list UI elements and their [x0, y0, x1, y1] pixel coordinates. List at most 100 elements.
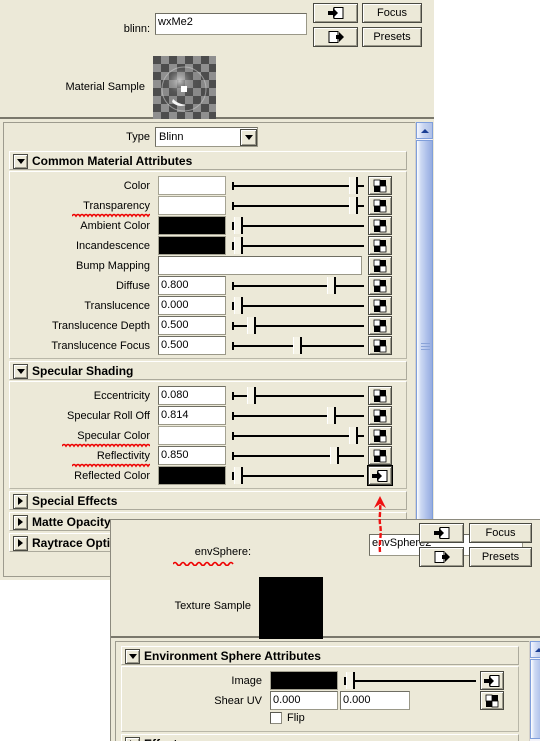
- material-section-1-row-4-slider[interactable]: [232, 467, 364, 484]
- material-section-1-row-0-value-input[interactable]: 0.080: [158, 386, 226, 405]
- checker-map-icon: [373, 298, 387, 313]
- material-section-1-header[interactable]: Specular Shading: [9, 361, 407, 380]
- material-section-0-row-1-slider[interactable]: [232, 197, 364, 214]
- material-section-0-row-7-value-input[interactable]: 0.500: [158, 316, 226, 335]
- texture-vertical-scrollbar[interactable]: [529, 641, 540, 741]
- slider-handle[interactable]: [234, 217, 243, 234]
- nav-out-button[interactable]: [313, 27, 358, 47]
- material-section-0-row-8-slider[interactable]: [232, 337, 364, 354]
- material-section-0-toggle-icon[interactable]: [13, 153, 28, 169]
- texture-nav-out-button[interactable]: [419, 547, 464, 567]
- slider-handle[interactable]: [349, 197, 358, 214]
- material-section-0-row-1-color-swatch[interactable]: [158, 196, 226, 215]
- material-section-0-row-0-color-swatch[interactable]: [158, 176, 226, 195]
- slider-handle[interactable]: [327, 407, 336, 424]
- material-section-0-row-6-value-input[interactable]: 0.000: [158, 296, 226, 315]
- texture-section-0-row-1-value2-input[interactable]: 0.000: [340, 691, 410, 710]
- material-section-0-row-5-map-button[interactable]: [368, 276, 392, 295]
- material-section-1-row-3-value-input[interactable]: 0.850: [158, 446, 226, 465]
- material-name-input[interactable]: wxMe2: [155, 13, 307, 35]
- material-section-1-row-1-map-button[interactable]: [368, 406, 392, 425]
- material-section-0-row-7-map-button[interactable]: [368, 316, 392, 335]
- texture-section-1-toggle-icon[interactable]: [125, 736, 140, 741]
- texture-section-0-body: Image Shear UV 0.000 0.000 Flip: [121, 666, 519, 732]
- texture-scroll-up-button[interactable]: [530, 641, 540, 658]
- texture-section-0-checkbox[interactable]: [270, 712, 282, 724]
- material-section-0-row-0-map-button[interactable]: [368, 176, 392, 195]
- texture-section-0-header[interactable]: Environment Sphere Attributes: [121, 646, 519, 665]
- slider-handle[interactable]: [349, 427, 358, 444]
- material-section-0-row-2-map-button[interactable]: [368, 216, 392, 235]
- material-section-0-row-8-value-input[interactable]: 0.500: [158, 336, 226, 355]
- presets-button[interactable]: Presets: [362, 27, 422, 47]
- texture-scrollbar-thumb[interactable]: [530, 659, 540, 739]
- material-section-3-toggle-icon[interactable]: [13, 514, 28, 530]
- slider-handle[interactable]: [293, 337, 302, 354]
- slider-handle[interactable]: [327, 277, 336, 294]
- type-dropdown[interactable]: Blinn: [155, 127, 258, 147]
- material-section-1-row-0-row-label: Eccentricity: [93, 390, 150, 402]
- slider-handle[interactable]: [247, 387, 256, 404]
- material-section-0-row-0-slider[interactable]: [232, 177, 364, 194]
- material-section-1-row-3-map-button[interactable]: [368, 446, 392, 465]
- material-section-0-row-5-value-input[interactable]: 0.800: [158, 276, 226, 295]
- texture-section-1-header[interactable]: Effects: [121, 734, 519, 741]
- material-section-1-row-0-map-button[interactable]: [368, 386, 392, 405]
- material-section-2-header[interactable]: Special Effects: [9, 491, 407, 510]
- material-section-4-toggle-icon[interactable]: [13, 535, 28, 551]
- material-section-0-row-6-slider[interactable]: [232, 297, 364, 314]
- material-section-0-row-2-slider[interactable]: [232, 217, 364, 234]
- material-section-0-row-3-slider[interactable]: [232, 237, 364, 254]
- texture-section-0-toggle-icon[interactable]: [125, 648, 140, 664]
- slider-rail: [232, 454, 364, 457]
- texture-section-0-row-1-value-input[interactable]: 0.000: [270, 691, 338, 710]
- material-section-1-row-0-slider[interactable]: [232, 387, 364, 404]
- texture-presets-button[interactable]: Presets: [469, 547, 532, 567]
- material-section-2-toggle-icon[interactable]: [13, 493, 28, 509]
- texture-name-squiggle: [173, 561, 235, 566]
- material-section-1-row-1-slider[interactable]: [232, 407, 364, 424]
- type-label: Type: [126, 131, 150, 143]
- slider-handle[interactable]: [234, 297, 243, 314]
- material-section-1-row-4-nav-in-button[interactable]: [368, 466, 392, 485]
- material-section-1-row-3-slider[interactable]: [232, 447, 364, 464]
- slider-handle[interactable]: [330, 447, 339, 464]
- material-section-0-row-5-slider[interactable]: [232, 277, 364, 294]
- texture-focus-button[interactable]: Focus: [469, 523, 532, 543]
- slider-handle[interactable]: [346, 672, 355, 689]
- material-section-1-toggle-icon[interactable]: [13, 363, 28, 379]
- material-section-0-row-3-color-swatch[interactable]: [158, 236, 226, 255]
- slider-handle[interactable]: [247, 317, 256, 334]
- material-section-0-header[interactable]: Common Material Attributes: [9, 151, 407, 170]
- nav-in-button[interactable]: [313, 3, 358, 23]
- nav-out-icon: [434, 551, 450, 563]
- material-section-1-row-2-slider[interactable]: [232, 427, 364, 444]
- material-section-1-row-1-value-input[interactable]: 0.814: [158, 406, 226, 425]
- texture-section-0-checkbox-row[interactable]: Flip: [270, 711, 305, 725]
- material-section-0-row-4-map-button[interactable]: [368, 256, 392, 275]
- material-vertical-scrollbar[interactable]: [415, 122, 433, 578]
- material-section-0-row-4-wide-input[interactable]: [158, 256, 362, 275]
- material-section-0-row-1-map-button[interactable]: [368, 196, 392, 215]
- material-section-0-row-7-slider[interactable]: [232, 317, 364, 334]
- texture-nav-in-button[interactable]: [419, 523, 464, 543]
- material-section-0-row-6-map-button[interactable]: [368, 296, 392, 315]
- texture-section-0-row-0-nav-in-button[interactable]: [480, 671, 504, 690]
- material-section-0-row-2-color-swatch[interactable]: [158, 216, 226, 235]
- checker-map-icon: [373, 318, 387, 333]
- slider-handle[interactable]: [349, 177, 358, 194]
- texture-section-0-row-0-slider[interactable]: [344, 672, 476, 689]
- material-section-0-row-3-map-button[interactable]: [368, 236, 392, 255]
- focus-button[interactable]: Focus: [362, 3, 422, 23]
- material-section-1-row-2-color-swatch[interactable]: [158, 426, 226, 445]
- material-section-0-row-8-map-button[interactable]: [368, 336, 392, 355]
- material-section-1-row-2-map-button[interactable]: [368, 426, 392, 445]
- scroll-up-button[interactable]: [416, 122, 433, 139]
- slider-handle[interactable]: [234, 467, 243, 484]
- slider-handle[interactable]: [234, 237, 243, 254]
- material-section-1-row-4-color-swatch[interactable]: [158, 466, 226, 485]
- texture-section-0-row-0-color-swatch[interactable]: [270, 671, 338, 690]
- texture-section-0-row-1-map-button[interactable]: [480, 691, 504, 710]
- scrollbar-thumb[interactable]: [416, 140, 433, 560]
- checker-map-icon: [373, 448, 387, 463]
